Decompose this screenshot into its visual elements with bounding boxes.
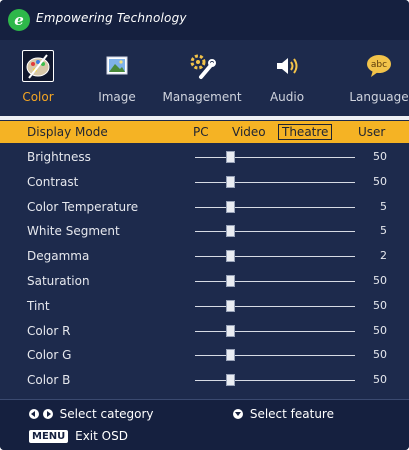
svg-text:abc: abc: [371, 60, 387, 70]
slider-handle[interactable]: [226, 275, 235, 287]
footer-hints: Select category Select feature MENU Exit…: [0, 399, 409, 450]
language-abc-icon: abc: [363, 50, 395, 82]
mode-option-pc[interactable]: PC: [193, 125, 209, 139]
divider: [0, 116, 409, 120]
tab-language-label: Language: [349, 90, 409, 104]
color-palette-icon: [22, 50, 54, 82]
setting-label: Contrast: [27, 175, 79, 189]
setting-value: 2: [380, 249, 387, 262]
slider-track[interactable]: [195, 207, 355, 208]
tab-color-label: Color: [22, 90, 54, 104]
setting-row[interactable]: Degamma 2: [0, 245, 409, 267]
slider-track[interactable]: [195, 281, 355, 282]
category-bar: Color Image Management Audio abc Languag…: [0, 40, 409, 114]
tab-management-label: Management: [162, 90, 242, 104]
tab-language[interactable]: abc Language: [339, 40, 409, 114]
slider-handle[interactable]: [226, 225, 235, 237]
slider-handle[interactable]: [226, 374, 235, 386]
slider-track[interactable]: [195, 157, 355, 158]
slider-track[interactable]: [195, 380, 355, 381]
slider-handle[interactable]: [226, 176, 235, 188]
setting-row[interactable]: Brightness 50: [0, 146, 409, 168]
setting-row[interactable]: Color Temperature 5: [0, 196, 409, 218]
setting-label: Color B: [27, 373, 71, 387]
setting-value: 5: [380, 224, 387, 237]
tab-audio-label: Audio: [269, 90, 305, 104]
tab-audio[interactable]: Audio: [247, 40, 327, 114]
tab-image[interactable]: Image: [77, 40, 157, 114]
display-mode-row[interactable]: Display Mode PC Video Theatre User: [0, 121, 409, 143]
setting-row[interactable]: Color G 50: [0, 344, 409, 366]
tab-management[interactable]: Management: [162, 40, 242, 114]
slider-track[interactable]: [195, 231, 355, 232]
brand-tagline: Empowering Technology: [36, 11, 187, 25]
down-arrow-icon: [233, 409, 243, 419]
mode-option-user[interactable]: User: [358, 125, 385, 139]
select-feature-hint: Select feature: [249, 407, 334, 421]
osd-menu: e Empowering Technology Color Image Mana…: [0, 0, 409, 450]
setting-value: 50: [373, 348, 387, 361]
slider-handle[interactable]: [226, 325, 235, 337]
mode-option-theatre[interactable]: Theatre: [278, 124, 333, 140]
left-arrow-icon: [29, 409, 39, 419]
slider-handle[interactable]: [226, 250, 235, 262]
setting-label: Tint: [27, 299, 50, 313]
slider-handle[interactable]: [226, 300, 235, 312]
setting-label: White Segment: [27, 224, 120, 238]
setting-value: 50: [373, 150, 387, 163]
setting-row[interactable]: Contrast 50: [0, 171, 409, 193]
tab-image-label: Image: [98, 90, 136, 104]
exit-osd-hint: Exit OSD: [75, 429, 128, 443]
slider-track[interactable]: [195, 182, 355, 183]
setting-label: Color R: [27, 324, 71, 338]
setting-label: Color Temperature: [27, 200, 139, 214]
menu-key-icon: MENU: [29, 430, 69, 443]
tab-color[interactable]: Color: [0, 40, 78, 114]
slider-track[interactable]: [195, 306, 355, 307]
right-arrow-icon: [42, 409, 53, 419]
setting-value: 50: [373, 324, 387, 337]
setting-row[interactable]: Tint 50: [0, 295, 409, 317]
setting-row[interactable]: Color B 50: [0, 369, 409, 391]
mode-option-video[interactable]: Video: [232, 125, 266, 139]
title-bar: e Empowering Technology: [0, 0, 409, 40]
setting-label: Color G: [27, 348, 72, 362]
brand-logo: e: [8, 9, 30, 31]
slider-track[interactable]: [195, 256, 355, 257]
setting-label: Saturation: [27, 274, 90, 288]
setting-row[interactable]: Color R 50: [0, 320, 409, 342]
slider-track[interactable]: [195, 331, 355, 332]
logo-letter: e: [14, 11, 24, 29]
management-gears-icon: [186, 50, 218, 82]
slider-track[interactable]: [195, 355, 355, 356]
setting-label: Brightness: [27, 150, 91, 164]
setting-row[interactable]: Saturation 50: [0, 270, 409, 292]
slider-handle[interactable]: [226, 151, 235, 163]
setting-value: 50: [373, 175, 387, 188]
select-category-hint: Select category: [59, 407, 154, 421]
setting-row[interactable]: White Segment 5: [0, 220, 409, 242]
slider-handle[interactable]: [226, 349, 235, 361]
display-mode-label: Display Mode: [27, 125, 108, 139]
image-icon: [101, 50, 133, 82]
setting-label: Degamma: [27, 249, 90, 263]
slider-handle[interactable]: [226, 201, 235, 213]
setting-value: 50: [373, 274, 387, 287]
setting-value: 5: [380, 200, 387, 213]
audio-speaker-icon: [271, 50, 303, 82]
setting-value: 50: [373, 373, 387, 386]
setting-value: 50: [373, 299, 387, 312]
